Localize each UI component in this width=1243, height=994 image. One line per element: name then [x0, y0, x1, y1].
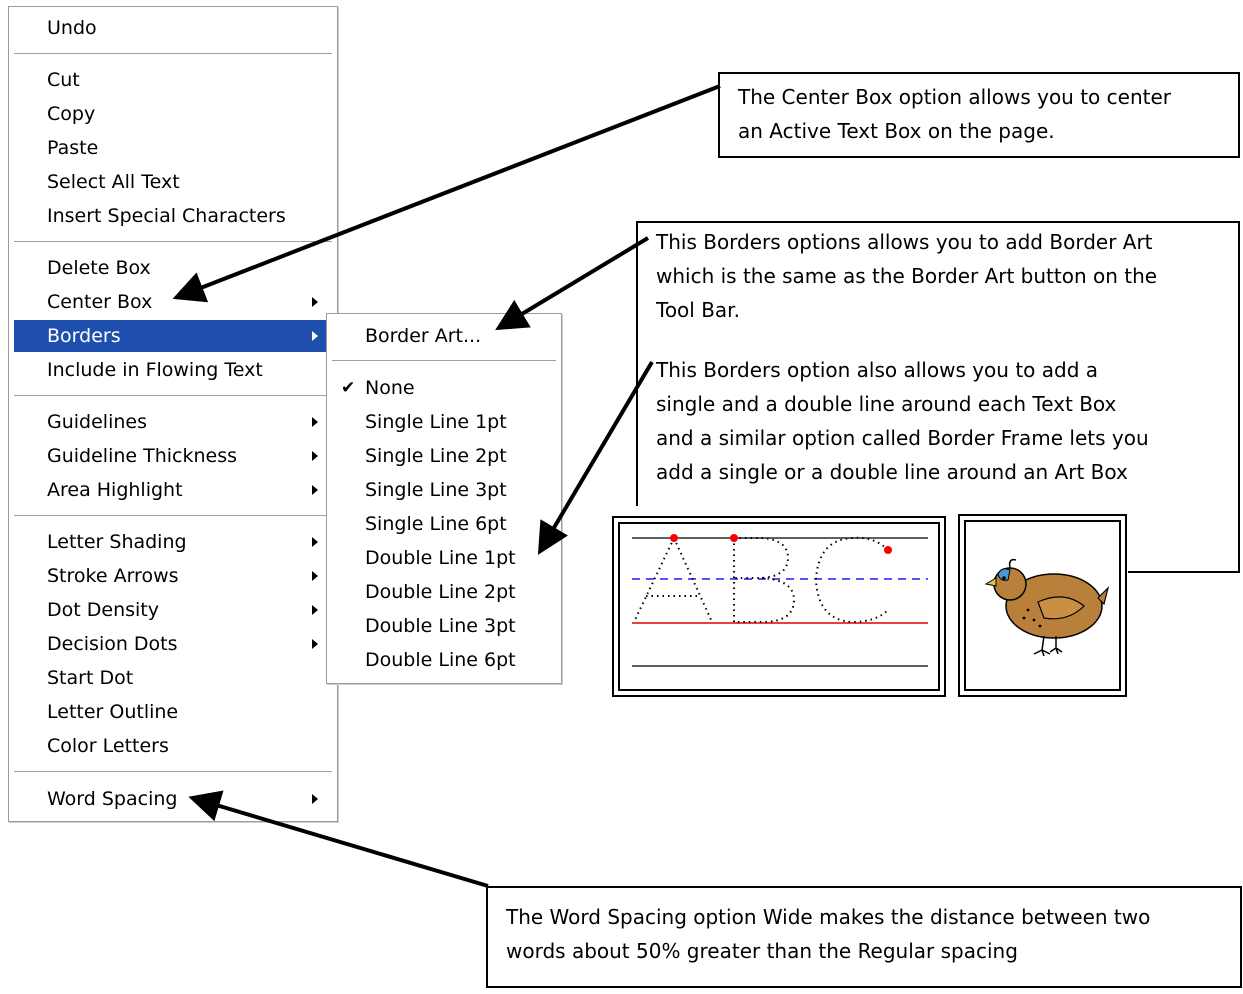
menu-item-paste[interactable]: Paste: [14, 132, 332, 164]
callout-text: which is the same as the Border Art butt…: [656, 264, 1158, 288]
submenu-arrow-icon: [312, 297, 318, 307]
submenu-arrow-icon: [312, 794, 318, 804]
submenu-arrow-icon: [312, 639, 318, 649]
menu-separator: [14, 771, 332, 773]
callout-text: This Borders options allows you to add B…: [656, 230, 1153, 254]
callout-text: an Active Text Box on the page.: [738, 119, 1055, 143]
submenu-item-none[interactable]: ✔ None: [332, 372, 556, 404]
quail-clipart: [984, 558, 1110, 657]
callout-text: The Center Box option allows you to cent…: [738, 85, 1171, 109]
callout-text: and a similar option called Border Frame…: [656, 426, 1149, 450]
menu-item-guideline-thickness[interactable]: Guideline Thickness: [14, 440, 332, 472]
context-menu: Undo Cut Copy Paste Select All Text Inse…: [8, 6, 338, 822]
submenu-arrow-icon: [312, 571, 318, 581]
submenu-item-double-line-3pt[interactable]: Double Line 3pt: [332, 610, 556, 642]
submenu-arrow-icon: [312, 537, 318, 547]
submenu-item-double-line-6pt[interactable]: Double Line 6pt: [332, 644, 556, 676]
menu-item-borders[interactable]: Borders: [14, 320, 332, 352]
submenu-item-double-line-1pt[interactable]: Double Line 1pt: [332, 542, 556, 574]
menu-item-word-spacing[interactable]: Word Spacing: [14, 783, 332, 815]
menu-item-guidelines[interactable]: Guidelines: [14, 406, 332, 438]
sample-text-box: [612, 516, 946, 697]
sample-art-box: [958, 514, 1127, 697]
menu-separator: [14, 395, 332, 397]
menu-item-stroke-arrows[interactable]: Stroke Arrows: [14, 560, 332, 592]
menu-item-letter-outline[interactable]: Letter Outline: [14, 696, 332, 728]
submenu-item-border-art[interactable]: Border Art...: [332, 320, 556, 352]
submenu-arrow-icon: [312, 485, 318, 495]
submenu-item-single-line-1pt[interactable]: Single Line 1pt: [332, 406, 556, 438]
menu-item-start-dot[interactable]: Start Dot: [14, 662, 332, 694]
menu-item-select-all-text[interactable]: Select All Text: [14, 166, 332, 198]
submenu-arrow-icon: [312, 451, 318, 461]
menu-separator: [332, 360, 556, 362]
submenu-arrow-icon: [312, 331, 318, 341]
callout-word-spacing: The Word Spacing option Wide makes the d…: [486, 886, 1242, 988]
menu-item-decision-dots[interactable]: Decision Dots: [14, 628, 332, 660]
callout-text: The Word Spacing option Wide makes the d…: [506, 905, 1151, 929]
callout-text: single and a double line around each Tex…: [656, 392, 1117, 416]
dotted-letters-abc: [632, 534, 928, 667]
callout-text: words about 50% greater than the Regular…: [506, 939, 1018, 963]
submenu-item-single-line-6pt[interactable]: Single Line 6pt: [332, 508, 556, 540]
menu-item-area-highlight[interactable]: Area Highlight: [14, 474, 332, 506]
submenu-arrow-icon: [312, 417, 318, 427]
menu-separator: [14, 241, 332, 243]
menu-separator: [14, 53, 332, 55]
submenu-arrow-icon: [312, 605, 318, 615]
callout-text: add a single or a double line around an …: [656, 460, 1128, 484]
borders-submenu: Border Art... ✔ None Single Line 1pt Sing…: [326, 313, 562, 684]
checkmark-icon: ✔: [341, 378, 356, 398]
submenu-item-single-line-2pt[interactable]: Single Line 2pt: [332, 440, 556, 472]
callout-text: This Borders option also allows you to a…: [656, 358, 1099, 382]
menu-item-letter-shading[interactable]: Letter Shading: [14, 526, 332, 558]
callout-center-box: The Center Box option allows you to cent…: [718, 72, 1240, 158]
menu-item-insert-special-characters[interactable]: Insert Special Characters: [14, 200, 332, 232]
menu-item-dot-density[interactable]: Dot Density: [14, 594, 332, 626]
menu-item-undo[interactable]: Undo: [14, 12, 332, 44]
submenu-item-single-line-3pt[interactable]: Single Line 3pt: [332, 474, 556, 506]
submenu-item-double-line-2pt[interactable]: Double Line 2pt: [332, 576, 556, 608]
menu-item-include-in-flowing-text[interactable]: Include in Flowing Text: [14, 354, 332, 386]
menu-item-copy[interactable]: Copy: [14, 98, 332, 130]
menu-separator: [14, 515, 332, 517]
callout-text: Tool Bar.: [656, 298, 740, 322]
menu-item-delete-box[interactable]: Delete Box: [14, 252, 332, 284]
menu-item-cut[interactable]: Cut: [14, 64, 332, 96]
menu-item-center-box[interactable]: Center Box: [14, 286, 332, 318]
menu-item-color-letters[interactable]: Color Letters: [14, 730, 332, 762]
